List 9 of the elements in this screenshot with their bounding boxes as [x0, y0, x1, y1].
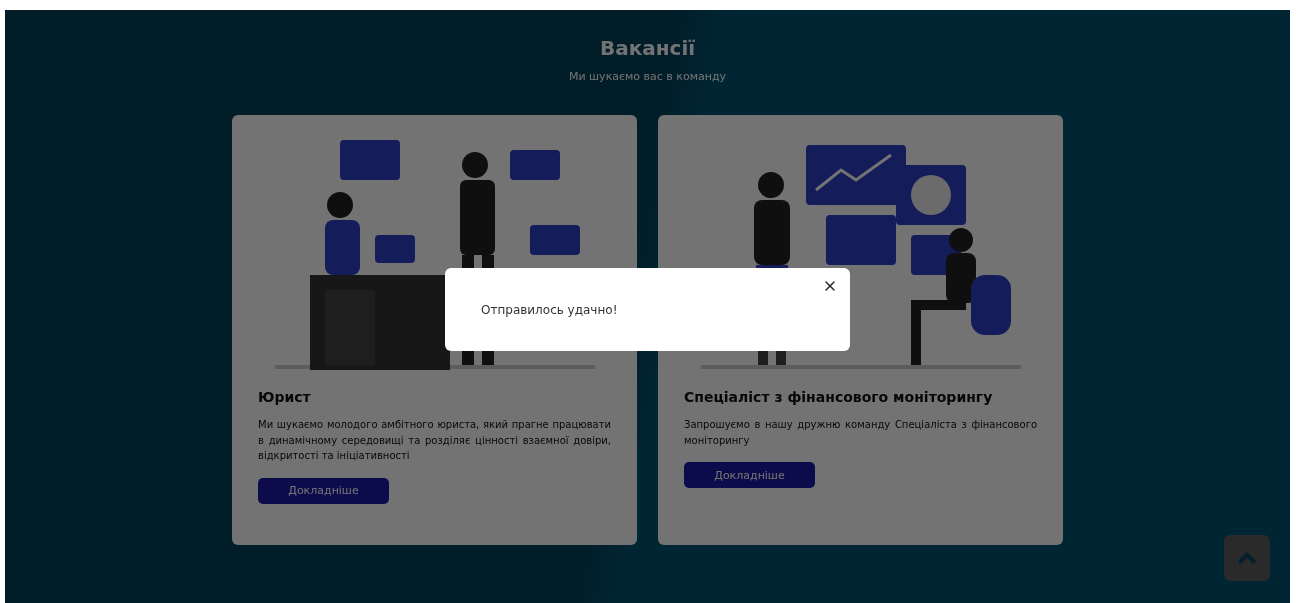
details-button[interactable]: Докладніше: [684, 462, 815, 488]
details-button[interactable]: Докладніше: [258, 477, 389, 504]
vacancy-description: Ми шукаємо молодого амбітного юриста, який прагне працювати в динамічному середовищі та розділяє цінності взаємної довіри, відкритості та ініціативності: [258, 418, 611, 463]
vacancy-title: Спеціаліст з фінансового моніторингу: [684, 389, 993, 405]
vacancy-description: Запрошуємо в нашу дружню команду Спеціаліста з фінансового моніторингу: [684, 418, 1037, 448]
section-subtitle: Ми шукаємо вас в команду: [568, 70, 727, 83]
section-title: Вакансії: [599, 36, 696, 60]
vacancy-title: Юрист: [258, 389, 311, 405]
success-message: Отправилось удачно!: [481, 302, 618, 317]
